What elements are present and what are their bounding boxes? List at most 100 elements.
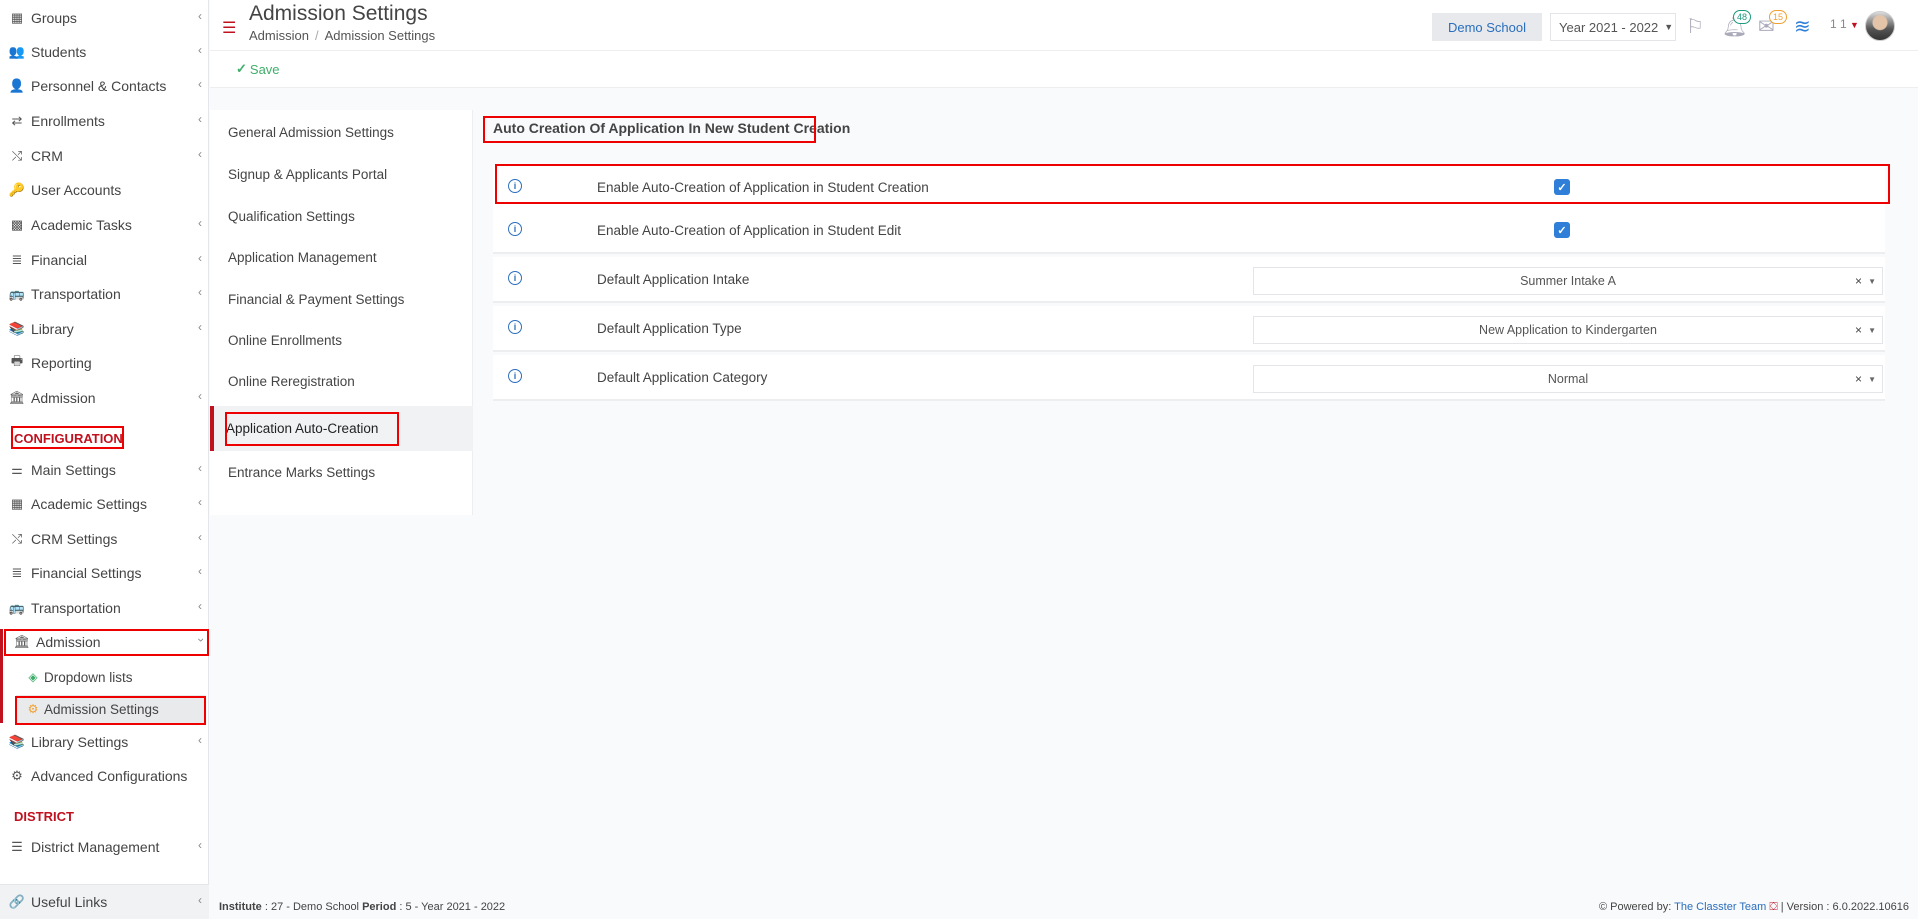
- list-icon: ☰: [11, 839, 23, 854]
- settings-nav-online-enrollments[interactable]: Online Enrollments: [210, 320, 473, 360]
- setting-label: Default Application Intake: [597, 271, 750, 287]
- page-title: Admission Settings: [249, 2, 428, 25]
- layers-plus-icon[interactable]: ≋: [1794, 14, 1811, 39]
- bus-icon: 🚌: [8, 286, 26, 301]
- chevron-left-icon: ‹: [198, 285, 202, 299]
- settings-nav-application-management[interactable]: Application Management: [210, 237, 473, 277]
- info-icon[interactable]: i: [508, 369, 522, 383]
- info-icon[interactable]: i: [508, 320, 522, 334]
- info-icon[interactable]: i: [508, 222, 522, 236]
- sidebar-item-students[interactable]: 👥 Students ‹: [0, 37, 209, 67]
- chevron-left-icon: ‹: [198, 564, 202, 578]
- flag-icon[interactable]: ⚐: [1686, 14, 1704, 39]
- sidebar-item-personnel[interactable]: 👤 Personnel & Contacts ‹: [0, 71, 209, 101]
- sidebar: ▦ Groups ‹ 👥 Students ‹ 👤 Personnel & Contact…: [0, 0, 209, 919]
- caret-down-icon: ▼: [1868, 374, 1876, 384]
- top-header: ☰ Admission Settings Admission / Admission…: [210, 0, 1918, 50]
- default-type-select[interactable]: New Application to Kindergarten × ▼: [1253, 316, 1883, 344]
- sidebar-item-academic-settings[interactable]: ▦ Academic Settings ‹: [0, 489, 209, 519]
- sidebar-item-district-management[interactable]: ☰ District Management ‹: [0, 832, 209, 862]
- hamburger-menu-icon[interactable]: ☰: [222, 18, 236, 38]
- classter-logo-icon: ⛋: [1769, 901, 1778, 913]
- settings-nav-general[interactable]: General Admission Settings: [210, 112, 473, 152]
- sidebar-item-admission[interactable]: 🏛 Admission ‹: [0, 383, 209, 413]
- classter-team-link[interactable]: The Classter Team: [1674, 901, 1766, 913]
- groups-icon: ▦: [10, 496, 24, 511]
- sidebar-item-groups[interactable]: ▦ Groups ‹: [0, 3, 209, 33]
- sidebar-sub-dropdown-lists[interactable]: ◈ Dropdown lists: [24, 663, 132, 691]
- bank-icon: 🏛: [8, 390, 26, 405]
- coins-icon: ≣: [11, 252, 23, 267]
- sidebar-item-reporting[interactable]: 🖶 Reporting: [0, 348, 209, 378]
- settings-nav-qualification[interactable]: Qualification Settings: [210, 196, 473, 236]
- sidebar-item-library-settings[interactable]: 📚 Library Settings ‹: [0, 727, 209, 757]
- setting-label: Enable Auto-Creation of Application in S…: [597, 222, 901, 238]
- info-icon[interactable]: i: [508, 179, 522, 193]
- clear-icon[interactable]: ×: [1855, 372, 1862, 386]
- setting-row-default-type: i Default Application Type New Applicati…: [493, 306, 1885, 352]
- sidebar-item-enrollments[interactable]: ⇄ Enrollments ‹: [0, 106, 209, 136]
- chevron-left-icon: ‹: [198, 147, 202, 161]
- breadcrumb: Admission / Admission Settings: [249, 28, 436, 43]
- chevron-left-icon: ‹: [198, 530, 202, 544]
- personnel-icon: 👤: [8, 78, 26, 93]
- chevron-left-icon: ‹: [198, 893, 202, 907]
- settings-nav-application-auto-creation[interactable]: Application Auto-Creation: [210, 406, 473, 451]
- breadcrumb-item[interactable]: Admission: [249, 28, 309, 43]
- user-meta[interactable]: 1 1 ▼: [1830, 17, 1859, 31]
- sidebar-item-main-settings[interactable]: ⚌ Main Settings ‹: [0, 455, 209, 485]
- active-indicator: [0, 629, 3, 723]
- section-district: DISTRICT: [14, 809, 74, 824]
- info-icon[interactable]: i: [508, 271, 522, 285]
- crm-icon: ⤭: [11, 148, 23, 163]
- setting-row-auto-creation-student-edit: i Enable Auto-Creation of Application in…: [493, 208, 1885, 254]
- year-select[interactable]: Year 2021 - 2022 ▼: [1550, 13, 1676, 41]
- sidebar-item-admission-config[interactable]: 🏛 Admission ‹: [4, 627, 209, 657]
- chevron-left-icon: ‹: [198, 43, 202, 57]
- setting-label: Default Application Category: [597, 369, 768, 385]
- chevron-left-icon: ‹: [198, 77, 202, 91]
- chevron-left-icon: ‹: [198, 389, 202, 403]
- setting-label: Default Application Type: [597, 320, 742, 336]
- sliders-icon: ⚌: [11, 462, 23, 477]
- page-footer: Institute : 27 - Demo School Period : 5 …: [210, 893, 1918, 919]
- enable-auto-creation-checkbox[interactable]: ✓: [1554, 179, 1570, 195]
- sidebar-item-financial-settings[interactable]: ≣ Financial Settings ‹: [0, 558, 209, 588]
- enable-auto-creation-edit-checkbox[interactable]: ✓: [1554, 222, 1570, 238]
- sidebar-item-financial[interactable]: ≣ Financial ‹: [0, 245, 209, 275]
- clear-icon[interactable]: ×: [1855, 274, 1862, 288]
- chevron-left-icon: ‹: [198, 495, 202, 509]
- chevron-left-icon: ‹: [198, 733, 202, 747]
- sidebar-item-library[interactable]: 📚 Library ‹: [0, 314, 209, 344]
- groups-icon: ▦: [10, 10, 24, 25]
- sidebar-item-crm[interactable]: ⤭ CRM ‹: [0, 141, 209, 171]
- sidebar-item-academic-tasks[interactable]: ▩ Academic Tasks ‹: [0, 210, 209, 240]
- bank-icon: 🏛: [13, 634, 31, 649]
- sidebar-item-transportation[interactable]: 🚌 Transportation ‹: [0, 279, 209, 309]
- key-icon: 🔑: [8, 182, 26, 197]
- setting-row-default-intake: i Default Application Intake Summer Inta…: [493, 257, 1885, 303]
- school-button[interactable]: Demo School: [1432, 13, 1542, 41]
- link-icon: 🔗: [8, 894, 26, 909]
- sidebar-sub-admission-settings[interactable]: ⚙ Admission Settings: [16, 695, 206, 723]
- avatar[interactable]: [1865, 11, 1895, 41]
- sidebar-item-advanced-configurations[interactable]: ⚙ Advanced Configurations: [0, 761, 209, 791]
- setting-label: Enable Auto-Creation of Application in S…: [597, 179, 929, 195]
- default-category-select[interactable]: Normal × ▼: [1253, 365, 1883, 393]
- sidebar-item-useful-links[interactable]: 🔗 Useful Links ‹: [0, 887, 209, 917]
- sidebar-item-transportation-settings[interactable]: 🚌 Transportation ‹: [0, 593, 209, 623]
- chevron-left-icon: ‹: [198, 9, 202, 23]
- default-intake-select[interactable]: Summer Intake A × ▼: [1253, 267, 1883, 295]
- sidebar-item-user-accounts[interactable]: 🔑 User Accounts: [0, 175, 209, 205]
- settings-nav-entrance-marks[interactable]: Entrance Marks Settings: [210, 452, 473, 492]
- sidebar-item-crm-settings[interactable]: ⤭ CRM Settings ‹: [0, 524, 209, 554]
- footer-institute-info: Institute : 27 - Demo School Period : 5 …: [219, 901, 506, 913]
- settings-nav-financial-payment[interactable]: Financial & Payment Settings: [210, 279, 473, 319]
- clear-icon[interactable]: ×: [1855, 323, 1862, 337]
- settings-nav-signup-portal[interactable]: Signup & Applicants Portal: [210, 154, 473, 194]
- printer-icon: 🖶: [10, 353, 24, 368]
- caret-down-icon: ▼: [1868, 325, 1876, 335]
- layers-icon: ◈: [28, 670, 38, 684]
- settings-nav-online-reregistration[interactable]: Online Reregistration: [210, 361, 473, 401]
- save-button[interactable]: ✓ Save: [236, 61, 280, 77]
